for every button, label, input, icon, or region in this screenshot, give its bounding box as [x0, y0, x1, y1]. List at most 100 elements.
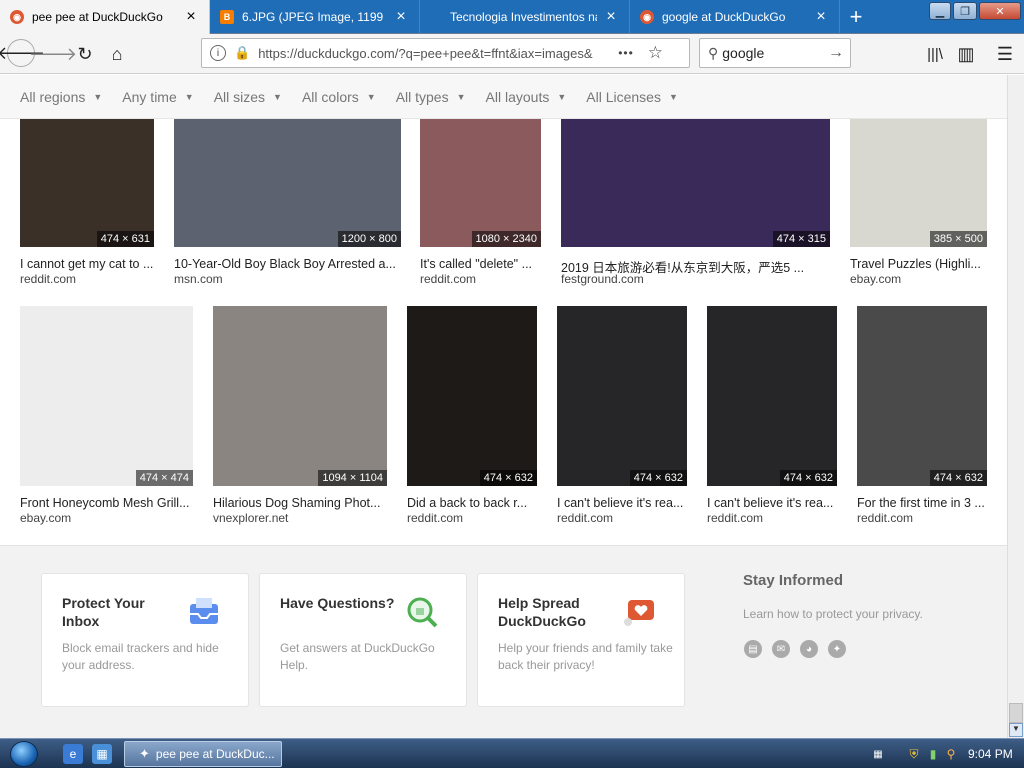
image-source[interactable]: reddit.com: [407, 511, 463, 525]
image-thumbnail[interactable]: 474 × 631: [20, 119, 154, 247]
taskbar: e ▦ ✦ pee pee at DuckDuc... ▦ ⛨ ▮ ⚲ 9:04…: [0, 738, 1024, 768]
taskbar-item-firefox[interactable]: ✦ pee pee at DuckDuc...: [124, 741, 282, 767]
library-icon[interactable]: |||\: [922, 41, 948, 67]
sidebar-icon[interactable]: ▥: [953, 41, 979, 67]
image-title[interactable]: Did a back to back r...: [407, 496, 537, 510]
scroll-down-icon[interactable]: ▼: [1009, 723, 1023, 737]
footer: Protect Your Inbox Block email trackers …: [0, 545, 1007, 738]
image-thumbnail[interactable]: 1080 × 2340: [420, 119, 541, 247]
card-help-spread[interactable]: Help Spread DuckDuckGo Help your friends…: [477, 573, 685, 707]
filter-all-colors[interactable]: All colors ▼: [302, 89, 376, 105]
image-source[interactable]: vnexplorer.net: [213, 511, 288, 525]
info-icon[interactable]: i: [210, 45, 226, 61]
filter-all-sizes[interactable]: All sizes ▼: [214, 89, 282, 105]
filter-all-types[interactable]: All types ▼: [396, 89, 466, 105]
image-result[interactable]: 474 × 632 I can't believe it's rea... redd…: [557, 306, 687, 530]
image-title[interactable]: Front Honeycomb Mesh Grill...: [20, 496, 193, 510]
card-protect-inbox[interactable]: Protect Your Inbox Block email trackers …: [41, 573, 249, 707]
new-tab-button[interactable]: +: [842, 4, 870, 30]
image-thumbnail[interactable]: 474 × 315: [561, 119, 830, 247]
vertical-scrollbar[interactable]: ▼: [1007, 75, 1024, 738]
image-title[interactable]: 10-Year-Old Boy Black Boy Arrested a...: [174, 257, 401, 271]
image-result[interactable]: 385 × 500 Travel Puzzles (Highli... ebay.c…: [850, 119, 987, 291]
image-thumbnail[interactable]: 474 × 632: [407, 306, 537, 486]
bookmark-star-icon[interactable]: ☆: [648, 43, 663, 63]
filter-label: All sizes: [213, 88, 266, 105]
image-source[interactable]: ebay.com: [850, 272, 901, 286]
tab-jpeg-image[interactable]: B 6.JPG (JPEG Image, 1199 × 16 ×: [210, 0, 420, 34]
image-title[interactable]: For the first time in 3 ...: [857, 496, 987, 510]
image-result[interactable]: 1200 × 800 10-Year-Old Boy Black Boy Arre…: [174, 119, 401, 291]
reddit-icon[interactable]: ◕: [800, 640, 818, 658]
card-have-questions[interactable]: Have Questions? Get answers at DuckDuckG…: [259, 573, 467, 707]
image-source[interactable]: reddit.com: [707, 511, 763, 525]
image-result[interactable]: 1094 × 1104 Hilarious Dog Shaming Phot...…: [213, 306, 387, 530]
reload-icon[interactable]: ↻: [72, 41, 98, 67]
close-window-button[interactable]: ✕: [979, 2, 1021, 20]
network-icon[interactable]: ▮: [923, 744, 943, 764]
search-tray-icon[interactable]: ⚲: [941, 744, 961, 764]
scrollbar-thumb[interactable]: [1009, 703, 1023, 723]
url-bar[interactable]: i 🔒 https://duckduckgo.com/?q=pee+pee&t=…: [201, 38, 690, 68]
menu-icon[interactable]: ☰: [992, 41, 1018, 67]
image-thumbnail[interactable]: 1200 × 800: [174, 119, 401, 247]
tab-google-ddg[interactable]: ◉ google at DuckDuckGo ×: [630, 0, 840, 34]
image-source[interactable]: ebay.com: [20, 511, 71, 525]
image-result[interactable]: 474 × 632 I can't believe it's rea... redd…: [707, 306, 837, 530]
image-source[interactable]: reddit.com: [857, 511, 913, 525]
filter-all-regions[interactable]: All regions ▼: [20, 89, 102, 105]
close-tab-icon[interactable]: ×: [393, 8, 409, 25]
close-tab-icon[interactable]: ×: [813, 8, 829, 25]
close-tab-icon[interactable]: ×: [603, 8, 619, 25]
tab-pee-pee[interactable]: ◉ pee pee at DuckDuckGo ×: [0, 0, 210, 34]
image-source[interactable]: reddit.com: [557, 511, 613, 525]
minimize-button[interactable]: ▁: [929, 2, 951, 20]
close-tab-icon[interactable]: ×: [183, 8, 199, 25]
image-title[interactable]: Travel Puzzles (Highli...: [850, 257, 987, 271]
image-source[interactable]: festground.com: [561, 272, 644, 286]
email-icon[interactable]: ✉: [772, 640, 790, 658]
file-explorer-icon[interactable]: ▦: [92, 744, 112, 764]
filter-all-licenses[interactable]: All Licenses ▼: [586, 89, 678, 105]
maximize-button[interactable]: ❐: [953, 2, 977, 20]
internet-explorer-icon[interactable]: e: [63, 744, 83, 764]
image-thumbnail[interactable]: 474 × 632: [707, 306, 837, 486]
url-text[interactable]: https://duckduckgo.com/?q=pee+pee&t=ffnt…: [258, 46, 608, 61]
image-thumbnail[interactable]: 474 × 474: [20, 306, 193, 486]
image-title[interactable]: I can't believe it's rea...: [557, 496, 687, 510]
heart-chat-icon: [624, 600, 654, 626]
home-icon[interactable]: ⌂: [104, 41, 130, 67]
tab-tecnologia[interactable]: Tecnologia Investimentos na ×: [420, 0, 630, 34]
filter-all-layouts[interactable]: All layouts ▼: [486, 89, 567, 105]
search-box[interactable]: ⚲ google →: [699, 38, 851, 68]
go-arrow-icon[interactable]: →: [828, 44, 844, 62]
keyboard-icon[interactable]: ▦: [868, 744, 888, 764]
image-thumbnail[interactable]: 474 × 632: [557, 306, 687, 486]
chat-icon[interactable]: ▤: [744, 640, 762, 658]
page-actions-icon[interactable]: •••: [618, 46, 634, 60]
image-result[interactable]: 474 × 632 For the first time in 3 ... redd…: [857, 306, 987, 530]
start-button[interactable]: [10, 741, 38, 767]
image-source[interactable]: msn.com: [174, 272, 223, 286]
image-result[interactable]: 474 × 631 I cannot get my cat to ... reddi…: [20, 119, 154, 291]
image-source[interactable]: reddit.com: [20, 272, 76, 286]
image-thumbnail[interactable]: 474 × 632: [857, 306, 987, 486]
image-title[interactable]: It's called "delete" ...: [420, 257, 541, 271]
image-title[interactable]: Hilarious Dog Shaming Phot...: [213, 496, 387, 510]
image-result[interactable]: 474 × 474 Front Honeycomb Mesh Grill... eb…: [20, 306, 193, 530]
image-title[interactable]: I cannot get my cat to ...: [20, 257, 154, 271]
twitter-icon[interactable]: ✦: [828, 640, 846, 658]
tab-title: 6.JPG (JPEG Image, 1199 × 16: [242, 10, 387, 24]
image-thumbnail[interactable]: 385 × 500: [850, 119, 987, 247]
forward-arrow-icon[interactable]: 🡒: [29, 41, 77, 67]
shield-icon[interactable]: ⛨: [904, 744, 924, 764]
filter-any-time[interactable]: Any time ▼: [122, 89, 193, 105]
image-title[interactable]: I can't believe it's rea...: [707, 496, 837, 510]
image-result[interactable]: 474 × 315 2019 日本旅游必看!从东京到大阪，严选5 ... festg…: [561, 119, 830, 291]
image-result[interactable]: 1080 × 2340 It's called "delete" ... reddi…: [420, 119, 541, 291]
image-thumbnail[interactable]: 1094 × 1104: [213, 306, 387, 486]
search-input[interactable]: google: [722, 45, 828, 61]
image-results: 474 × 631 I cannot get my cat to ... reddi…: [0, 119, 1007, 738]
image-result[interactable]: 474 × 632 Did a back to back r... reddit.c…: [407, 306, 537, 530]
image-source[interactable]: reddit.com: [420, 272, 476, 286]
